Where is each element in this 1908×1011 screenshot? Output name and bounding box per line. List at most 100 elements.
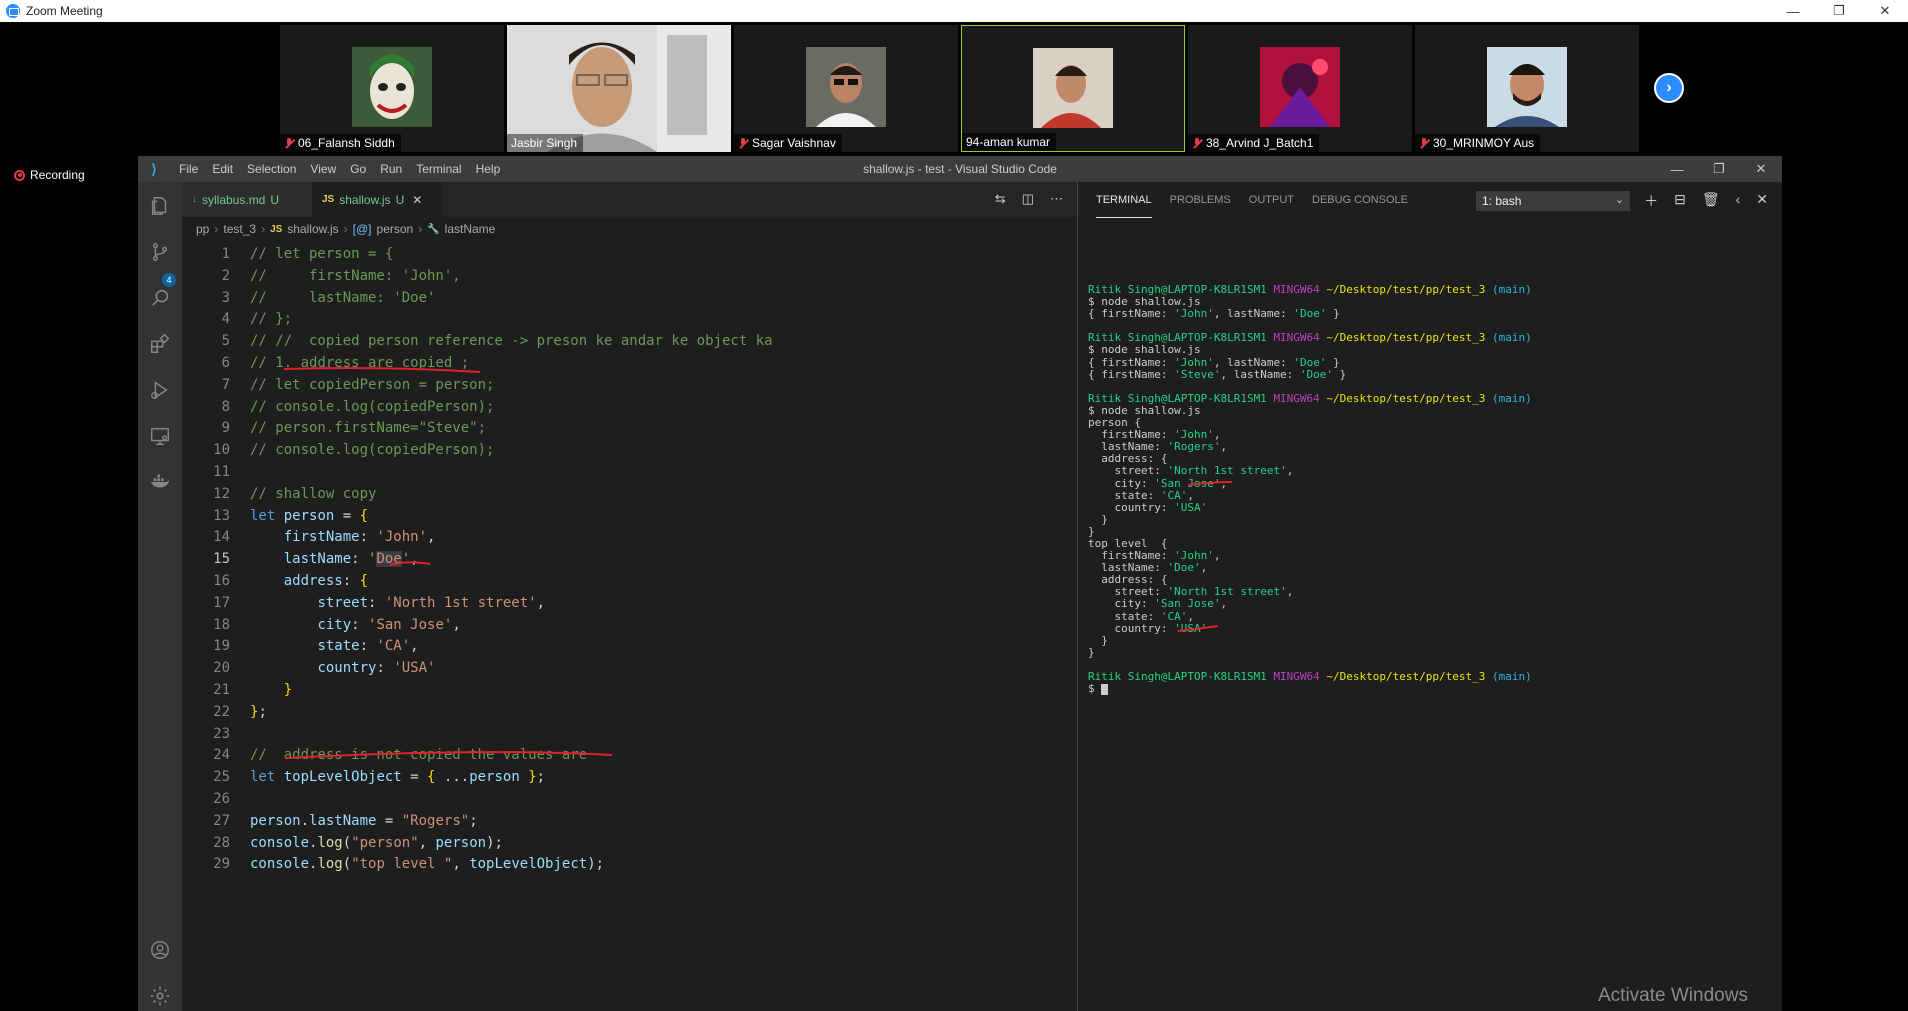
code-line[interactable]: 2 // firstName: 'John', [182,266,1077,288]
terminal-output[interactable]: Ritik Singh@LAPTOP-K8LR1SM1 MINGW64 ~/De… [1088,283,1532,695]
code-line[interactable]: 25 let topLevelObject = { ...person }; [182,767,1077,789]
code-line[interactable]: 16 address: { [182,571,1077,593]
run-debug-icon[interactable] [146,376,174,404]
code-line[interactable]: 6 // 1. address are copied ; [182,353,1077,375]
code-line[interactable]: 21 } [182,680,1077,702]
extensions-icon[interactable] [146,330,174,358]
code-line[interactable]: 13 let person = { [182,506,1077,528]
breadcrumb-item[interactable]: shallow.js [287,222,338,236]
minimize-icon[interactable]: — [1656,156,1698,182]
code-line[interactable]: 14 firstName: 'John', [182,527,1077,549]
code-text: console.log("person", person); [250,834,503,851]
code-line[interactable]: 8 // console.log(copiedPerson); [182,397,1077,419]
menu-go[interactable]: Go [343,162,373,176]
participant-tile[interactable]: 06_Falansh Siddh [280,25,504,152]
code-text: let person = { [250,507,369,524]
code-line[interactable]: 19 state: 'CA', [182,636,1077,658]
code-line[interactable]: 28 console.log("person", person); [182,833,1077,855]
line-number: 21 [213,681,230,698]
code-line[interactable]: 1 // let person = { [182,244,1077,266]
breadcrumb-item[interactable]: test_3 [223,222,256,236]
terminal-select[interactable]: 1: bash ⌄ [1476,191,1630,211]
code-text: // person.firstName="Steve"; [250,420,487,437]
maximize-icon[interactable]: ❐ [1698,156,1740,182]
terminal-output-line: } [1088,512,1108,526]
code-line[interactable]: 27 person.lastName = "Rogers"; [182,811,1077,833]
open-changes-icon[interactable]: ⇆ [995,191,1006,207]
line-number: 5 [221,333,230,350]
tab-debug-console[interactable]: DEBUG CONSOLE [1312,182,1408,218]
breadcrumb-item[interactable]: pp [196,222,209,236]
split-terminal-icon[interactable]: ⊟ [1674,191,1686,211]
code-line[interactable]: 9 // person.firstName="Steve"; [182,418,1077,440]
recording-indicator[interactable]: Recording [14,168,85,182]
code-text: // lastName: 'Doe' [250,289,436,306]
close-icon[interactable]: ✕ [1862,0,1908,22]
code-line[interactable]: 10 // console.log(copiedPerson); [182,440,1077,462]
code-line[interactable]: 24 // address is not copied the values ar… [182,745,1077,767]
breadcrumb-item[interactable]: person [377,222,414,236]
docker-icon[interactable] [146,468,174,496]
menu-terminal[interactable]: Terminal [409,162,468,176]
account-icon[interactable] [146,936,174,964]
code-line[interactable]: 3 // lastName: 'Doe' [182,288,1077,310]
menu-run[interactable]: Run [373,162,409,176]
more-actions-icon[interactable]: ⋯ [1050,191,1063,207]
tab-shallow-js[interactable]: JS shallow.js U ✕ [312,182,442,217]
participant-tile[interactable]: 38_Arvind J_Batch1 [1188,25,1412,152]
menu-file[interactable]: File [172,162,205,176]
search-icon[interactable] [146,284,174,312]
participant-name: Sagar Vaishnav [734,134,842,152]
remote-explorer-icon[interactable] [146,422,174,450]
breadcrumb-item[interactable]: lastName [445,222,496,236]
chevron-left-icon[interactable]: ‹ [1736,191,1741,211]
code-line[interactable]: 12 // shallow copy [182,484,1077,506]
tab-problems[interactable]: PROBLEMS [1170,182,1231,218]
close-panel-icon[interactable]: ✕ [1756,191,1768,211]
participant-tile-video[interactable]: Jasbir Singh [507,25,731,152]
code-line[interactable]: 26 [182,789,1077,811]
next-page-arrow-icon[interactable]: › [1654,73,1684,103]
close-tab-icon[interactable]: ✕ [412,193,422,207]
menu-selection[interactable]: Selection [240,162,303,176]
line-number: 25 [213,769,230,786]
code-line[interactable]: 11 [182,462,1077,484]
gear-icon[interactable] [146,982,174,1010]
code-line[interactable]: 20 country: 'USA' [182,658,1077,680]
terminal-input-line[interactable]: $ [1088,683,1532,695]
code-line[interactable]: 4 // }; [182,309,1077,331]
terminal-output-line: } [1088,645,1095,659]
close-icon[interactable]: ✕ [1740,156,1782,182]
code-line[interactable]: 29 console.log("top level ", topLevelObje… [182,854,1077,876]
tab-terminal[interactable]: TERMINAL [1096,182,1152,218]
code-line[interactable]: 23 [182,724,1077,746]
restore-icon[interactable]: ❐ [1816,0,1862,22]
menu-help[interactable]: Help [469,162,508,176]
trash-icon[interactable]: 🗑 [1702,191,1720,211]
code-line[interactable]: 18 city: 'San Jose', [182,615,1077,637]
code-text: console.log("top level ", topLevelObject… [250,856,605,873]
split-editor-icon[interactable]: ◫ [1022,191,1034,207]
menu-edit[interactable]: Edit [205,162,240,176]
participant-tile[interactable]: Sagar Vaishnav [734,25,958,152]
minimize-icon[interactable]: — [1770,0,1816,22]
chevron-down-icon: ⌄ [1614,194,1624,206]
code-line[interactable]: 15 lastName: 'Doe', [182,549,1077,571]
code-editor[interactable]: 1 // let person = {2 // firstName: 'John',… [182,244,1077,876]
new-terminal-icon[interactable]: ＋ [1644,191,1658,211]
tab-syllabus-md[interactable]: ↓ syllabus.md U [182,182,312,217]
participant-tile-active-speaker[interactable]: 94-aman kumar [961,25,1185,152]
participant-avatar [1033,48,1113,128]
participant-tile[interactable]: 30_MRINMOY Aus [1415,25,1639,152]
code-text: } [283,681,293,698]
code-line[interactable]: 17 street: 'North 1st street', [182,593,1077,615]
menu-view[interactable]: View [303,162,343,176]
code-line[interactable]: 22}; [182,702,1077,724]
code-text: state: 'CA', [317,638,419,655]
tab-status: U [395,192,405,207]
tab-output[interactable]: OUTPUT [1249,182,1294,218]
code-line[interactable]: 5 // // copied person reference -> preson… [182,331,1077,353]
source-control-icon[interactable] [146,238,174,266]
explorer-icon[interactable] [146,192,174,220]
code-line[interactable]: 7 // let copiedPerson = person; [182,375,1077,397]
